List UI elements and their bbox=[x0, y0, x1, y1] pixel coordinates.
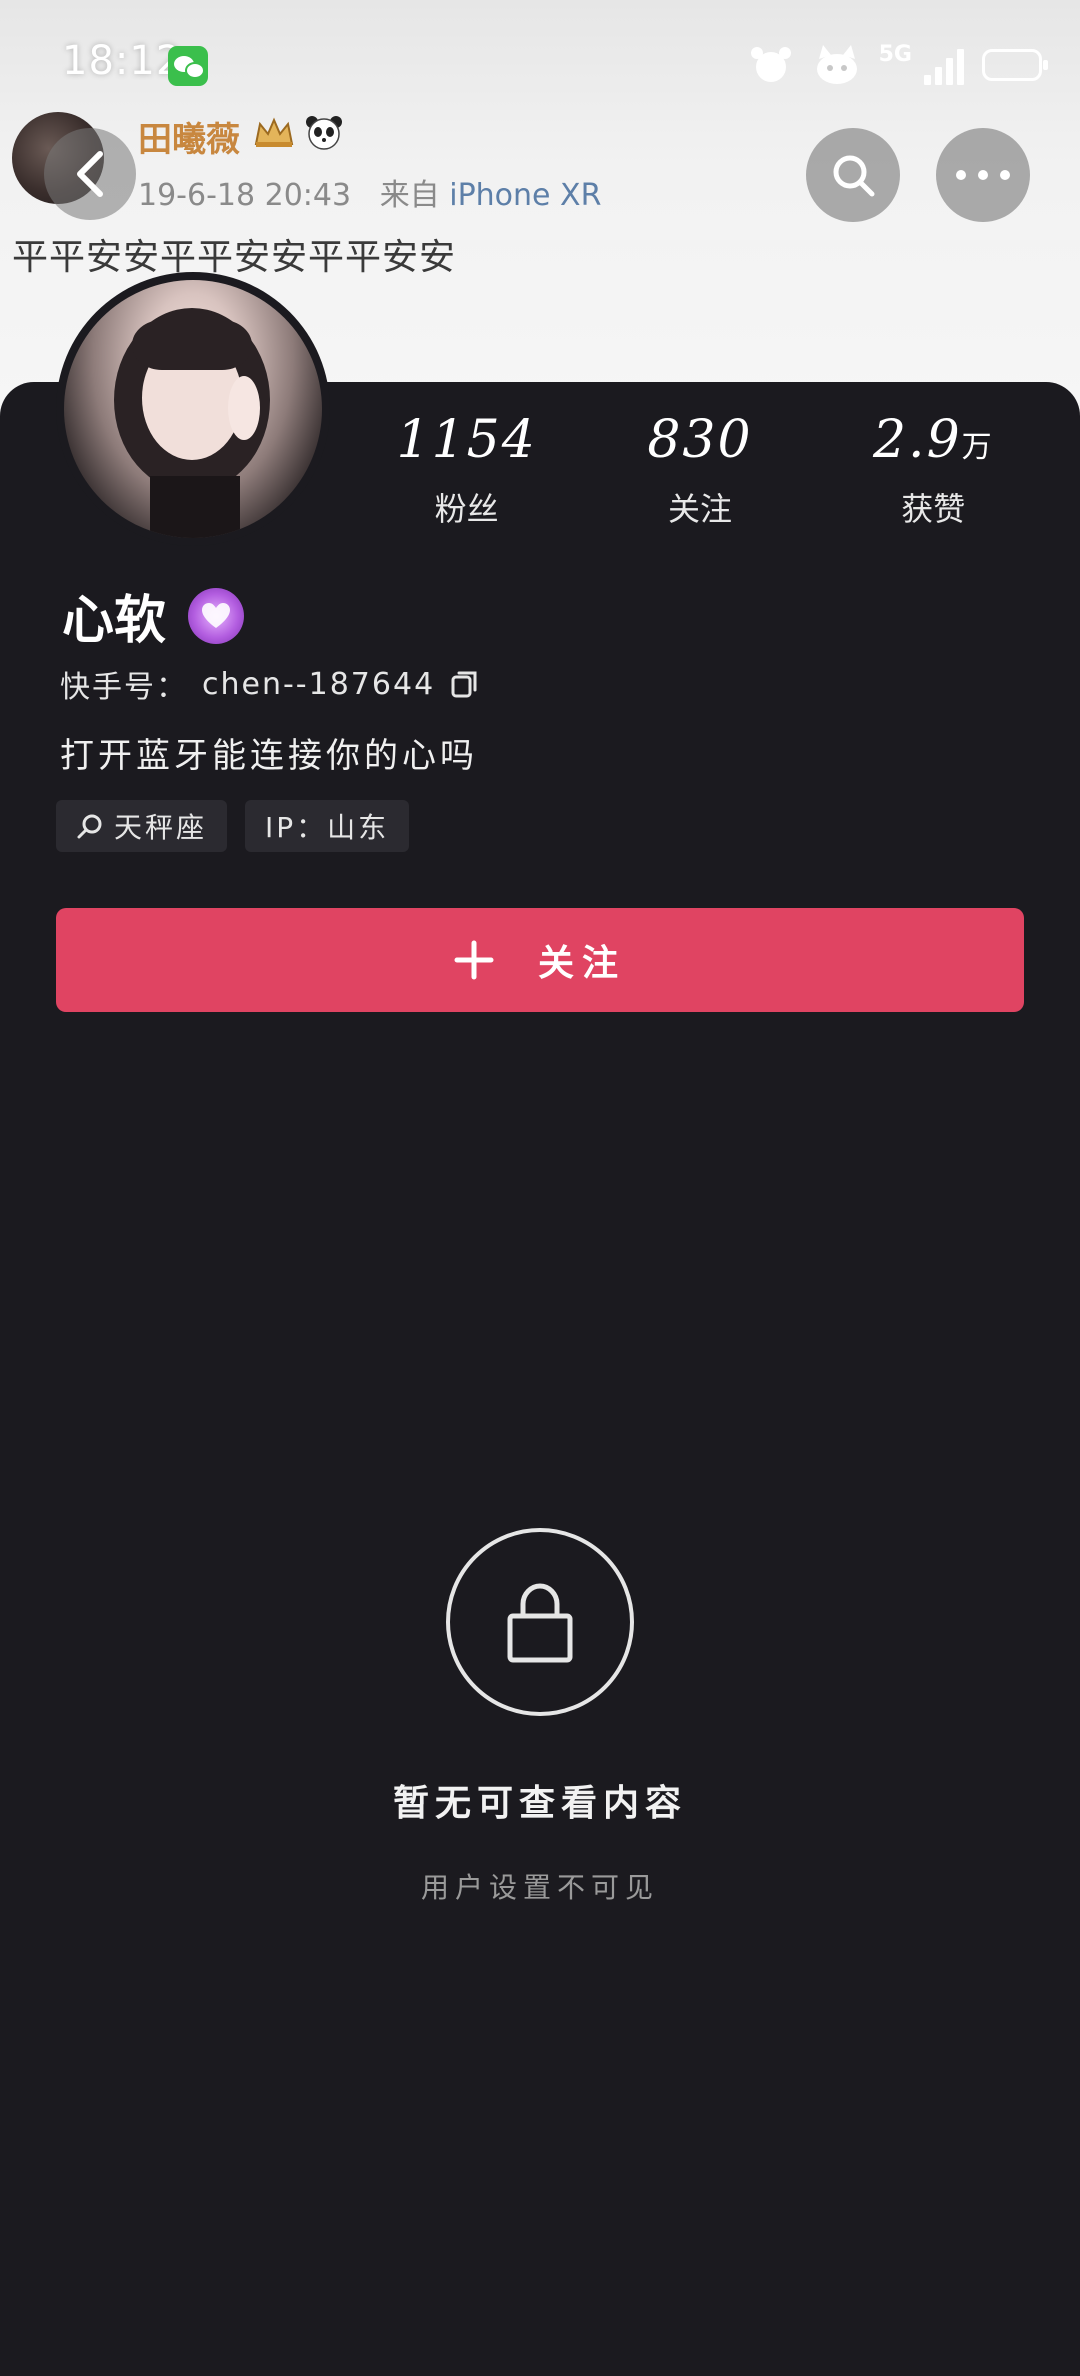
network-type: 5G bbox=[878, 41, 912, 67]
alarm-icon bbox=[750, 47, 791, 82]
search-button[interactable] bbox=[806, 128, 900, 222]
profile-avatar-image bbox=[64, 280, 322, 538]
follow-button-label: 关注 bbox=[537, 943, 626, 984]
nickname-row: 心软 bbox=[62, 578, 245, 653]
search-icon bbox=[833, 155, 875, 197]
stat-likes[interactable]: 2.9万 获赞 bbox=[833, 410, 1033, 530]
plus-icon bbox=[454, 940, 494, 980]
panda-icon bbox=[306, 116, 342, 150]
stat-following[interactable]: 830 关注 bbox=[600, 410, 800, 530]
kuaishou-id-value: chen--187644 bbox=[202, 666, 436, 702]
empty-state-subtitle: 用户设置不可见 bbox=[420, 1871, 659, 1904]
wechat-notification-icon bbox=[168, 46, 208, 86]
post-from-prefix: 来自 bbox=[379, 178, 440, 213]
post-meta: 19-6-18 20:43 来自 iPhone XR bbox=[138, 170, 601, 214]
stat-followers[interactable]: 1154 粉丝 bbox=[367, 410, 567, 530]
profile-bio: 打开蓝牙能连接你的心吗 bbox=[60, 736, 478, 776]
chevron-left-icon bbox=[77, 151, 103, 197]
stat-value: 1154 bbox=[396, 410, 537, 470]
avatar-photo-icon bbox=[114, 308, 270, 538]
kuaishou-id-label: 快手号： bbox=[60, 670, 188, 705]
post-date: 19-6-18 20:43 bbox=[138, 178, 352, 213]
post-author-name[interactable]: 田曦薇 bbox=[138, 112, 240, 161]
more-options-button[interactable] bbox=[936, 128, 1030, 222]
lock-icon bbox=[507, 1583, 573, 1663]
empty-state-title: 暂无可查看内容 bbox=[392, 1783, 687, 1824]
profile-stats: 1154 粉丝 830 关注 2.9万 获赞 bbox=[350, 410, 1050, 530]
lock-circle bbox=[446, 1528, 634, 1716]
kuaishou-id-row: 快手号： chen--187644 bbox=[60, 662, 481, 706]
stat-value: 830 bbox=[647, 410, 753, 470]
tag-label: 天秤座 bbox=[114, 811, 208, 844]
tag-zodiac[interactable]: 天秤座 bbox=[56, 800, 228, 852]
tag-ip-location[interactable]: IP：山东 bbox=[245, 800, 410, 852]
status-bar: 18:12 5G bbox=[0, 0, 1080, 130]
status-time: 18:12 bbox=[62, 38, 183, 84]
stat-label: 关注 bbox=[667, 490, 732, 528]
cat-face-icon bbox=[816, 45, 857, 84]
post-device-link[interactable]: iPhone XR bbox=[449, 178, 601, 213]
profile-tags: 天秤座 IP：山东 bbox=[56, 800, 410, 852]
empty-state: 暂无可查看内容 用户设置不可见 bbox=[0, 1528, 1080, 1906]
stat-label: 粉丝 bbox=[434, 490, 499, 528]
signal-icon bbox=[924, 45, 964, 85]
stat-value: 2.9 bbox=[872, 410, 962, 470]
stat-label: 获赞 bbox=[901, 490, 966, 528]
back-button[interactable] bbox=[44, 128, 136, 220]
more-dots-icon bbox=[956, 170, 1010, 180]
copy-icon[interactable] bbox=[449, 668, 481, 700]
follow-button[interactable]: 关注 bbox=[56, 908, 1024, 1012]
battery-icon bbox=[982, 49, 1048, 81]
author-badges bbox=[252, 114, 344, 150]
crown-icon bbox=[254, 117, 294, 147]
tag-label: IP：山东 bbox=[265, 811, 390, 844]
status-icons: 5G bbox=[747, 40, 1048, 90]
post-text: 平平安安平平安安平平安安 bbox=[12, 237, 457, 278]
profile-avatar[interactable] bbox=[56, 272, 330, 546]
stat-unit: 万 bbox=[961, 430, 994, 465]
heart-icon bbox=[202, 602, 231, 628]
search-icon bbox=[77, 814, 102, 839]
profile-nickname: 心软 bbox=[62, 591, 167, 651]
vip-heart-badge-icon[interactable] bbox=[188, 587, 245, 644]
